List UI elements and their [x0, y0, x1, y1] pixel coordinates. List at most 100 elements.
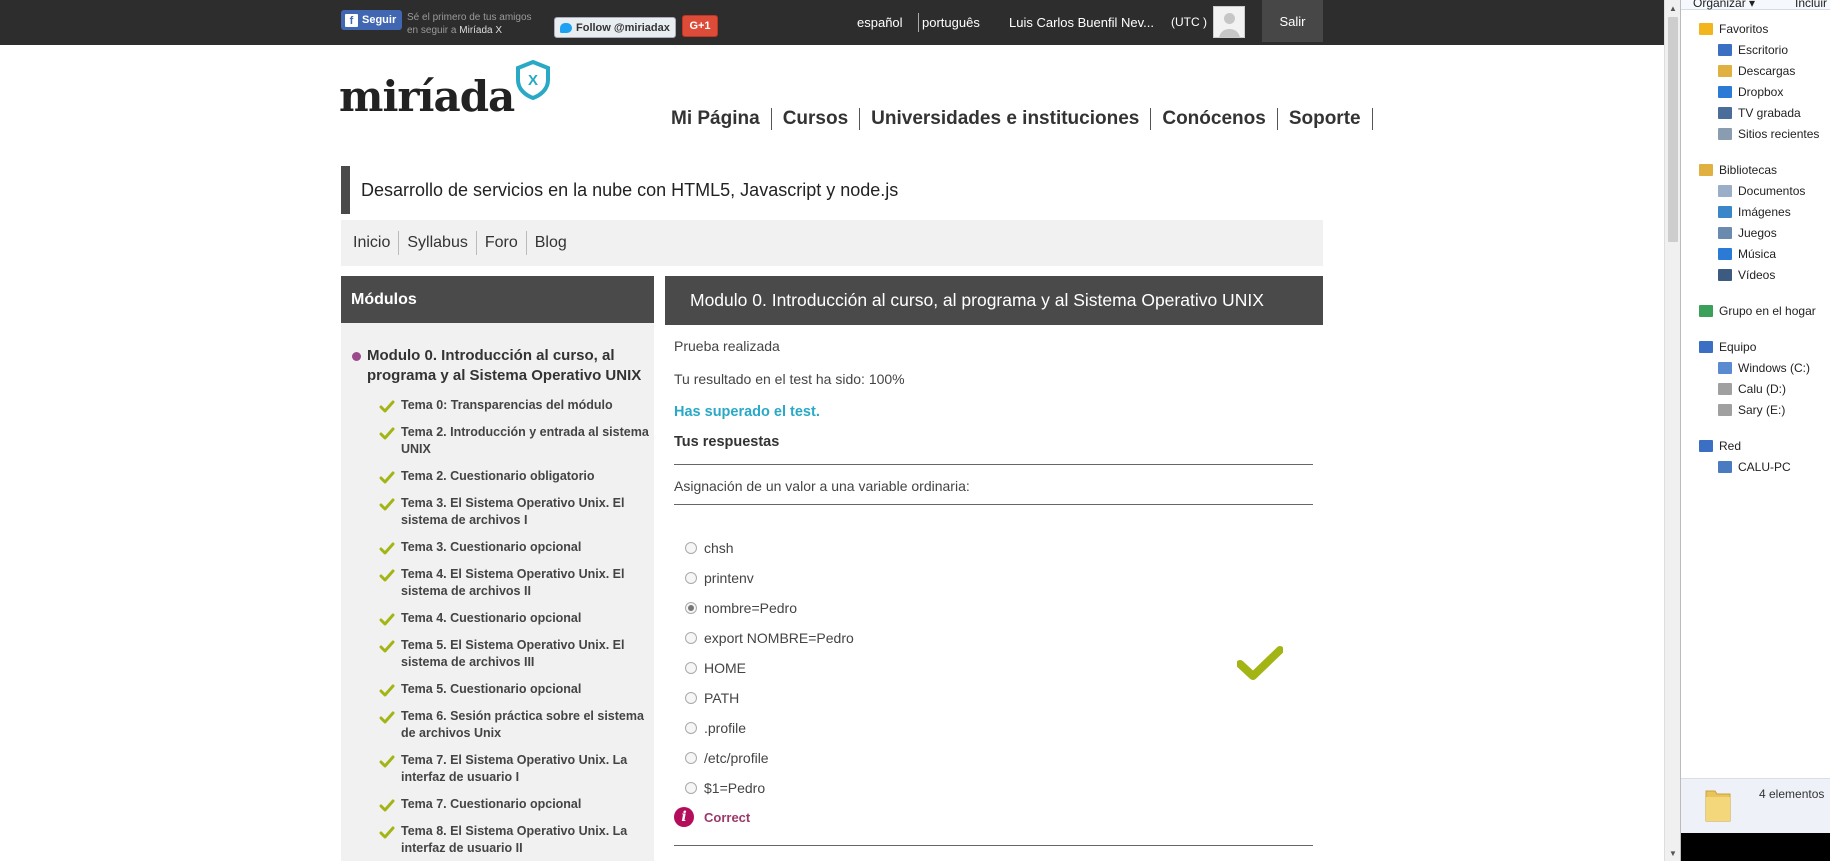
- favorite-item[interactable]: Escritorio: [1681, 39, 1830, 60]
- sidebar-topic-item[interactable]: Tema 6. Sesión práctica sobre el sistema…: [379, 708, 649, 742]
- scroll-down-icon[interactable]: ▼: [1665, 845, 1681, 861]
- network-item[interactable]: CALU-PC: [1681, 456, 1830, 477]
- radio-button[interactable]: [685, 632, 697, 644]
- sidebar-topic-label: Tema 6. Sesión práctica sobre el sistema…: [401, 709, 644, 740]
- avatar[interactable]: [1213, 6, 1245, 38]
- completed-check-icon: [379, 799, 395, 812]
- logout-button[interactable]: Salir: [1262, 0, 1323, 42]
- sidebar-topic-label: Tema 7. Cuestionario opcional: [401, 797, 582, 811]
- drive-item-label: Calu (D:): [1738, 381, 1787, 396]
- drive-item-icon: [1718, 382, 1732, 395]
- network-group[interactable]: Red: [1681, 435, 1830, 456]
- answer-option[interactable]: export NOMBRE=Pedro: [685, 623, 854, 653]
- favorites-group[interactable]: Favoritos: [1681, 18, 1830, 39]
- radio-button[interactable]: [685, 782, 697, 794]
- answer-option[interactable]: printenv: [685, 563, 854, 593]
- sidebar-topic-item[interactable]: Tema 4. Cuestionario opcional: [379, 610, 649, 627]
- answer-option[interactable]: /etc/profile: [685, 743, 854, 773]
- answer-option[interactable]: $1=Pedro: [685, 773, 854, 803]
- sidebar-topic-item[interactable]: Tema 7. Cuestionario opcional: [379, 796, 649, 813]
- nav-conocenos[interactable]: Conócenos: [1151, 108, 1278, 130]
- module-heading: Modulo 0. Introducción al curso, al prog…: [665, 276, 1323, 325]
- sidebar-topic-item[interactable]: Tema 3. El Sistema Operativo Unix. El si…: [379, 495, 649, 529]
- sidebar-topic-label: Tema 2. Cuestionario obligatorio: [401, 469, 595, 483]
- question-text: Asignación de un valor a una variable or…: [674, 478, 970, 494]
- favorites-group-label: Favoritos: [1719, 21, 1769, 36]
- drive-item[interactable]: Windows (C:): [1681, 357, 1830, 378]
- library-item-icon: [1718, 184, 1732, 197]
- answer-option[interactable]: .profile: [685, 713, 854, 743]
- favorite-item[interactable]: Dropbox: [1681, 81, 1830, 102]
- page-scrollbar[interactable]: ▲ ▼: [1664, 0, 1680, 861]
- answer-option[interactable]: nombre=Pedro: [685, 593, 854, 623]
- facebook-text-brand[interactable]: Miríada X: [459, 25, 502, 36]
- favorite-item[interactable]: TV grabada: [1681, 102, 1830, 123]
- answer-option[interactable]: chsh: [685, 533, 854, 563]
- completed-check-icon: [379, 826, 395, 839]
- subnav-foro[interactable]: Foro: [477, 231, 527, 255]
- drive-item[interactable]: Calu (D:): [1681, 378, 1830, 399]
- library-item[interactable]: Vídeos: [1681, 264, 1830, 285]
- sidebar-topic-item[interactable]: Tema 3. Cuestionario opcional: [379, 539, 649, 556]
- libraries-group[interactable]: Bibliotecas: [1681, 159, 1830, 180]
- library-item[interactable]: Imágenes: [1681, 201, 1830, 222]
- sidebar-topic-label: Tema 4. El Sistema Operativo Unix. El si…: [401, 567, 625, 598]
- completed-check-icon: [379, 569, 395, 582]
- drive-item[interactable]: Sary (E:): [1681, 399, 1830, 420]
- radio-button[interactable]: [685, 722, 697, 734]
- sidebar-topic-item[interactable]: Tema 2. Introducción y entrada al sistem…: [379, 424, 649, 458]
- user-name-link[interactable]: Luis Carlos Buenfil Nev...: [1009, 15, 1154, 30]
- radio-button[interactable]: [685, 662, 697, 674]
- divider: [674, 504, 1313, 505]
- answer-option-label: HOME: [704, 660, 746, 676]
- facebook-follow-button[interactable]: f Seguir: [341, 10, 403, 30]
- language-portuguese-link[interactable]: português: [922, 15, 980, 30]
- subnav-inicio[interactable]: Inicio: [345, 231, 400, 255]
- answer-options: chsh printenv nombre=Pedro export NOMBRE=Pe…: [685, 533, 854, 803]
- library-item[interactable]: Juegos: [1681, 222, 1830, 243]
- computer-group[interactable]: Equipo: [1681, 336, 1830, 357]
- library-item[interactable]: Música: [1681, 243, 1830, 264]
- nav-mi-pagina[interactable]: Mi Página: [660, 108, 772, 130]
- miriada-logo[interactable]: miríada: [339, 72, 515, 121]
- radio-button[interactable]: [685, 692, 697, 704]
- sidebar-topic-item[interactable]: Tema 0: Transparencias del módulo: [379, 397, 649, 414]
- twitter-follow-button[interactable]: Follow @miriadax: [554, 17, 676, 38]
- organize-button[interactable]: Organizar ▾: [1693, 0, 1755, 10]
- sidebar-topic-item[interactable]: Tema 4. El Sistema Operativo Unix. El si…: [379, 566, 649, 600]
- correct-check-icon: [1237, 646, 1283, 680]
- sidebar-topic-item[interactable]: Tema 7. El Sistema Operativo Unix. La in…: [379, 752, 649, 786]
- library-item[interactable]: Documentos: [1681, 180, 1830, 201]
- computer-group-icon: [1699, 340, 1713, 353]
- favorite-item-label: Sitios recientes: [1738, 126, 1820, 141]
- sidebar-topic-item[interactable]: Tema 8. El Sistema Operativo Unix. La in…: [379, 823, 649, 857]
- nav-universidades[interactable]: Universidades e instituciones: [860, 108, 1152, 130]
- language-spanish-link[interactable]: español: [857, 15, 903, 30]
- include-button[interactable]: Incluir: [1795, 0, 1827, 10]
- answer-option[interactable]: HOME: [685, 653, 854, 683]
- favorite-item-label: Descargas: [1738, 63, 1796, 78]
- radio-button[interactable]: [685, 602, 697, 614]
- subnav-syllabus[interactable]: Syllabus: [399, 231, 477, 255]
- sidebar-topic-item[interactable]: Tema 5. El Sistema Operativo Unix. El si…: [379, 637, 649, 671]
- sidebar-topic-item[interactable]: Tema 2. Cuestionario obligatorio: [379, 468, 649, 485]
- homegroup-item[interactable]: Grupo en el hogar: [1681, 300, 1830, 321]
- nav-cursos[interactable]: Cursos: [772, 108, 861, 130]
- scroll-up-icon[interactable]: ▲: [1665, 0, 1681, 16]
- favorite-item[interactable]: Sitios recientes: [1681, 123, 1830, 144]
- answer-option-label: /etc/profile: [704, 750, 769, 766]
- radio-button[interactable]: [685, 542, 697, 554]
- radio-button[interactable]: [685, 752, 697, 764]
- favorite-item[interactable]: Descargas: [1681, 60, 1830, 81]
- google-plus-button[interactable]: G+1: [682, 15, 718, 37]
- subnav-blog[interactable]: Blog: [527, 231, 575, 255]
- explorer-status-bar: 4 elementos: [1681, 778, 1830, 833]
- library-item-icon: [1718, 247, 1732, 260]
- radio-button[interactable]: [685, 572, 697, 584]
- answer-option[interactable]: PATH: [685, 683, 854, 713]
- sidebar-topic-item[interactable]: Tema 5. Cuestionario opcional: [379, 681, 649, 698]
- nav-soporte[interactable]: Soporte: [1278, 108, 1373, 130]
- scrollbar-thumb[interactable]: [1668, 17, 1678, 242]
- sidebar-module-item[interactable]: Modulo 0. Introducción al curso, al prog…: [352, 346, 647, 386]
